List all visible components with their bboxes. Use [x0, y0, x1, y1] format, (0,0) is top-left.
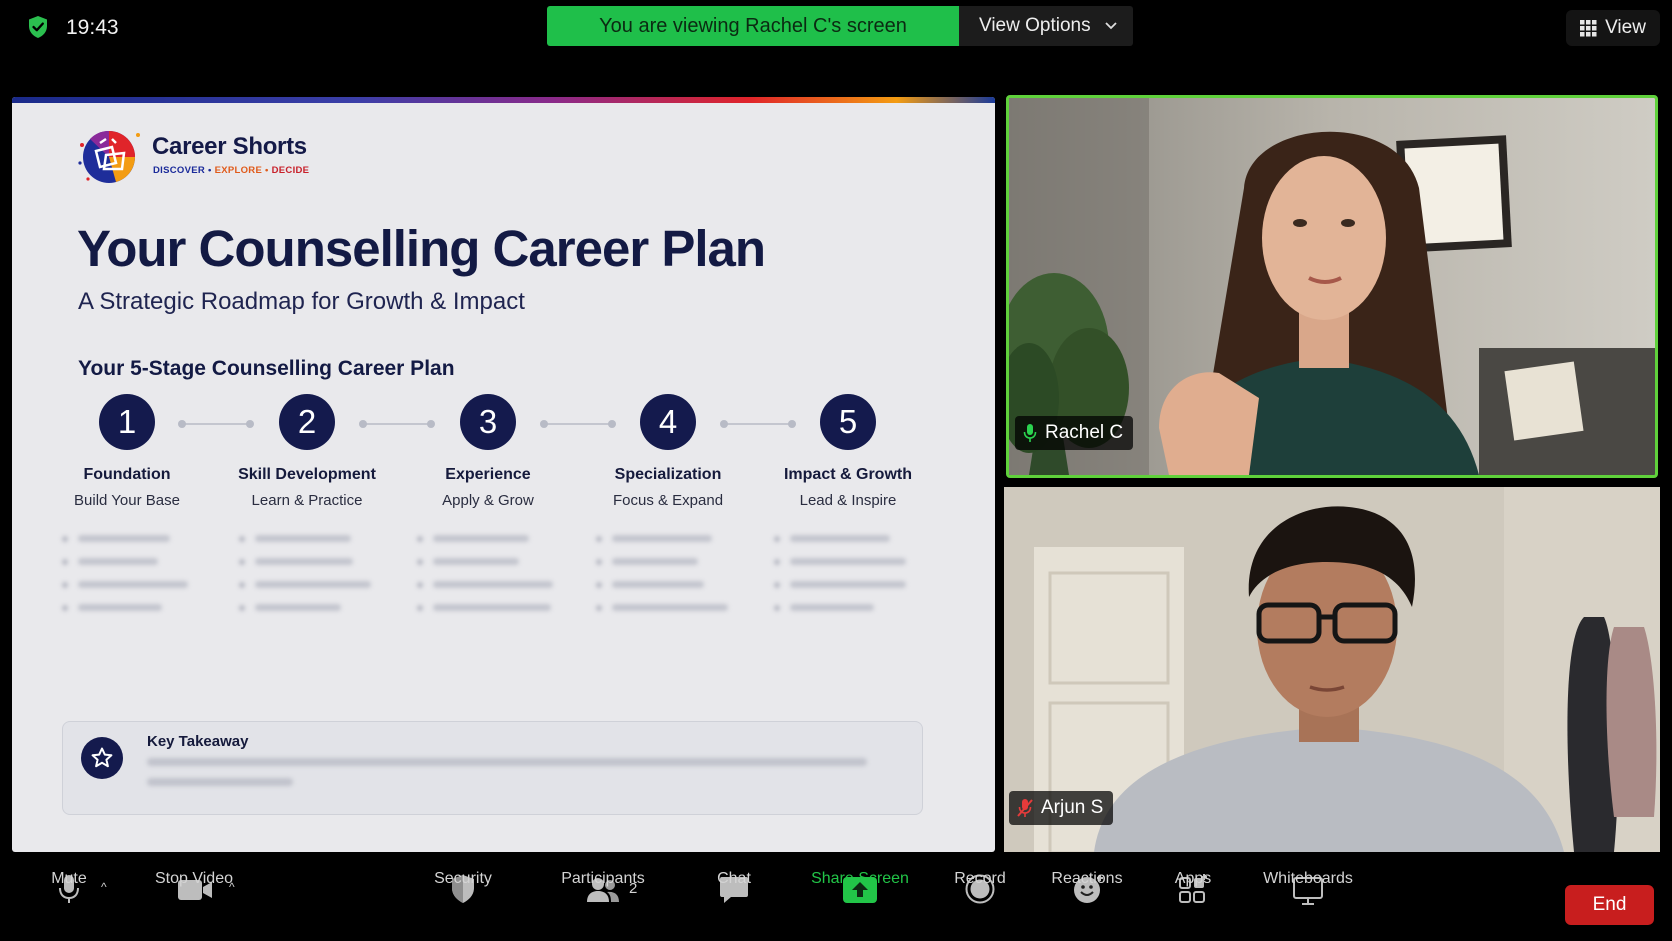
apps-button[interactable]: Apps [1133, 870, 1253, 888]
key-takeaway-box: Key Takeaway [62, 721, 923, 815]
blurred-takeaway-text [147, 758, 867, 798]
slide-gradient-bar [12, 97, 995, 103]
tagline-sep: • [265, 165, 269, 176]
clock: 19:43 [66, 16, 119, 39]
participant-name-tag: Arjun S [1009, 791, 1114, 825]
stage-1: 1 Foundation Build Your Base [42, 394, 212, 509]
stage-4: 4 Specialization Focus & Expand [583, 394, 753, 509]
security-button[interactable]: Security [403, 870, 523, 888]
participants-button[interactable]: Participants [543, 870, 663, 888]
career-shorts-logo [78, 130, 140, 183]
blurred-bullets [62, 527, 188, 619]
participant-name: Rachel C [1045, 422, 1124, 443]
stage-3: 3 Experience Apply & Grow [403, 394, 573, 509]
stage-name: Foundation [83, 466, 171, 483]
stage-name: Skill Development [238, 466, 376, 483]
stage-desc: Lead & Inspire [799, 492, 897, 509]
slide-subtitle: A Strategic Roadmap for Growth & Impact [78, 288, 525, 315]
share-screen-button[interactable]: Share Screen [800, 870, 920, 888]
participant-name-tag: Rachel C [1015, 416, 1134, 450]
stage-name: Impact & Growth [783, 466, 912, 483]
end-meeting-button[interactable]: End [1565, 885, 1654, 925]
stage-5: 5 Impact & Growth Lead & Inspire [763, 394, 933, 509]
tagline-decide: DECIDE [271, 165, 310, 176]
star-icon [81, 737, 123, 779]
video-tile-arjun[interactable]: Arjun S [1004, 487, 1660, 852]
brand-name: Career Shorts [152, 133, 307, 160]
view-label: View [1605, 17, 1646, 38]
video-tile-rachel[interactable]: Rachel C [1006, 95, 1658, 478]
stop-video-button[interactable]: Stop Video [134, 870, 254, 888]
view-button[interactable]: View [1566, 10, 1660, 46]
stage-number: 5 [820, 394, 876, 450]
mic-on-icon [1023, 424, 1037, 442]
shared-slide: Career Shorts DISCOVER • EXPLORE • DECID… [12, 97, 995, 852]
grid-icon [1580, 19, 1597, 36]
stage-number: 1 [99, 394, 155, 450]
stage-2: 2 Skill Development Learn & Practice [222, 394, 392, 509]
tagline-sep: • [207, 165, 212, 176]
slide-title: Your Counselling Career Plan [77, 220, 766, 277]
brand-tagline: DISCOVER • EXPLORE • DECIDE [153, 165, 309, 176]
chevron-down-icon [1104, 22, 1117, 30]
stage-number: 2 [279, 394, 335, 450]
tagline-explore: EXPLORE [214, 165, 263, 176]
tagline-discover: DISCOVER [153, 165, 206, 176]
view-options-label: View Options [979, 15, 1091, 36]
blurred-bullets [417, 527, 553, 619]
stage-name: Specialization [614, 466, 722, 483]
stage-desc: Apply & Grow [442, 492, 534, 509]
stage-number: 4 [640, 394, 696, 450]
screen-share-banner: You are viewing Rachel C's screen [547, 6, 959, 46]
stage-desc: Focus & Expand [612, 492, 724, 509]
record-button[interactable]: Record [920, 870, 1040, 888]
mute-button[interactable]: Mute [9, 870, 129, 888]
blurred-bullets [774, 527, 906, 619]
blurred-bullets [596, 527, 728, 619]
stages-heading: Your 5-Stage Counselling Career Plan [78, 357, 455, 380]
whiteboards-button[interactable]: Whiteboards [1248, 870, 1368, 888]
stage-number: 3 [460, 394, 516, 450]
stage-desc: Build Your Base [74, 492, 180, 509]
stage-name: Experience [445, 466, 531, 483]
shield-check-icon [29, 16, 47, 38]
stage-desc: Learn & Practice [251, 492, 363, 509]
mic-muted-icon [1017, 799, 1033, 817]
reactions-button[interactable]: Reactions [1027, 870, 1147, 888]
view-options-button[interactable]: View Options [959, 6, 1133, 46]
chat-button[interactable]: Chat [674, 870, 794, 888]
participant-name: Arjun S [1041, 797, 1104, 818]
takeaway-title: Key Takeaway [147, 733, 249, 750]
blurred-bullets [239, 527, 371, 619]
